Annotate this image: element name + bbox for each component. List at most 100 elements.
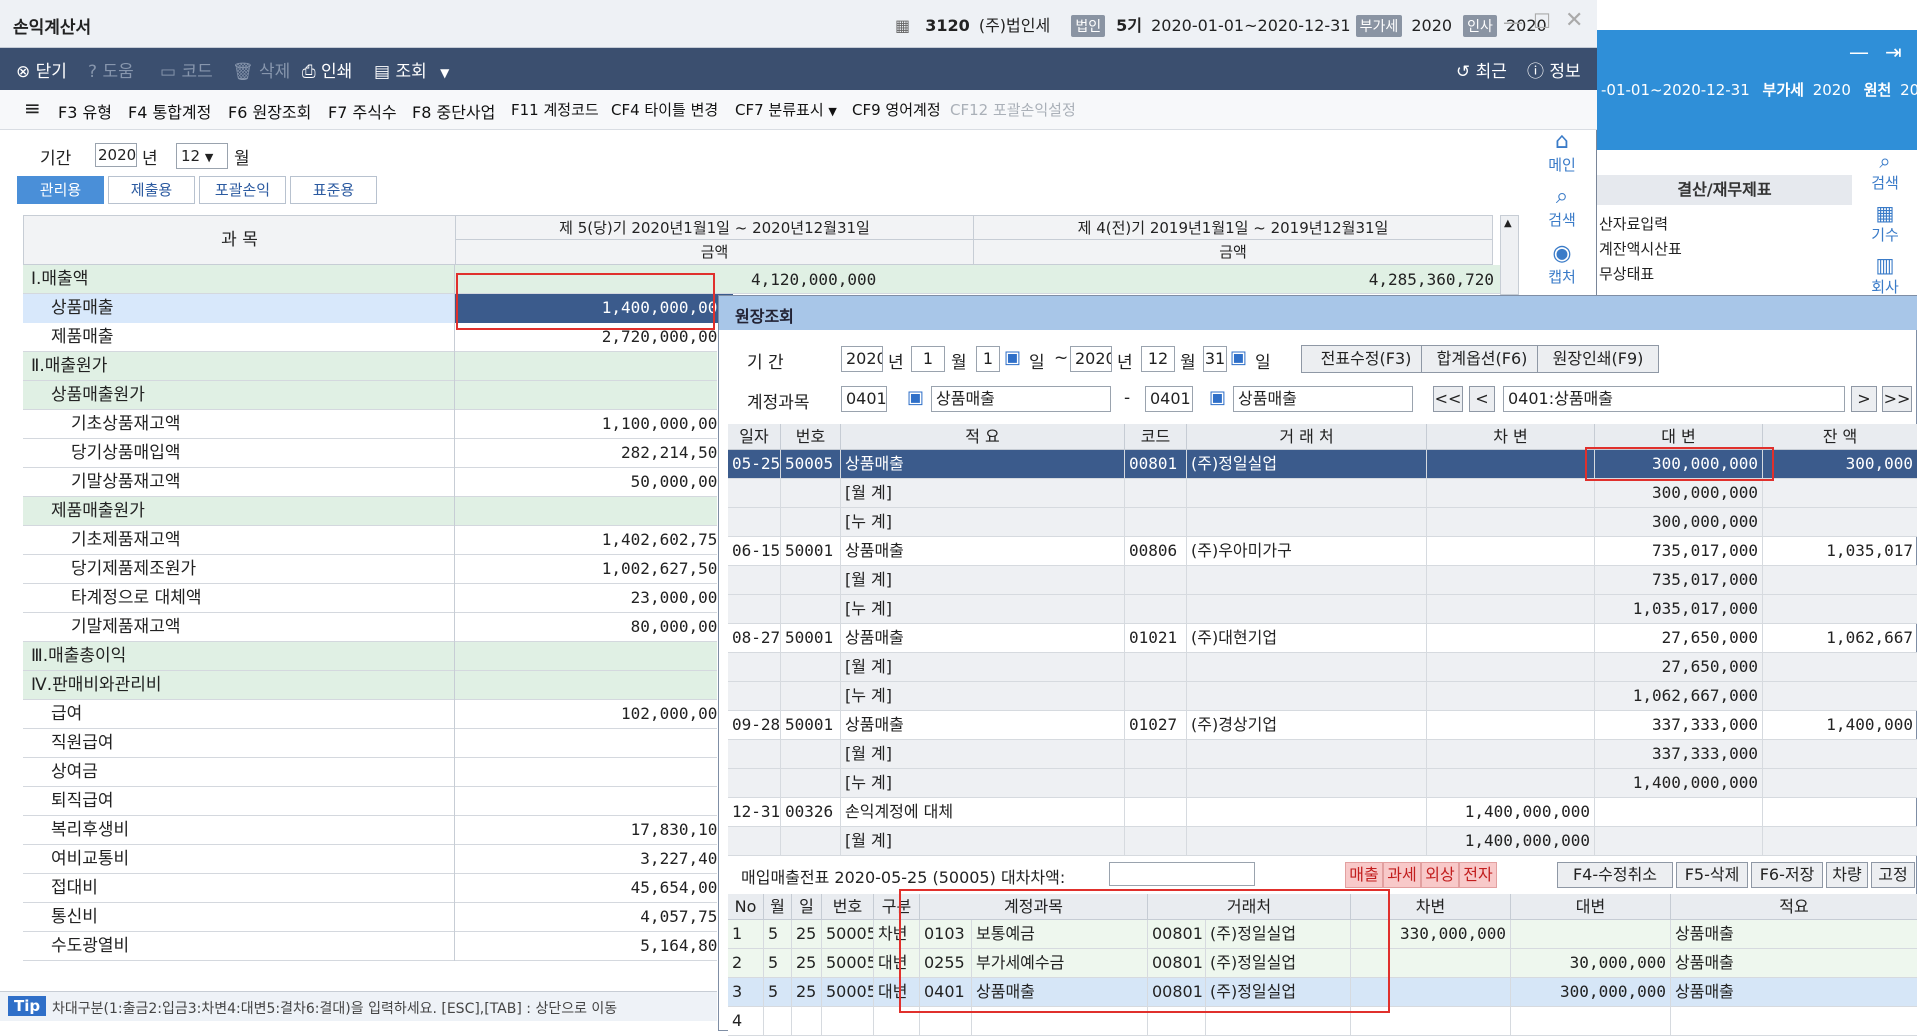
income-statement-row[interactable]: 통신비 4,057,750 [23,903,727,932]
delete-voucher-button[interactable]: F5-삭제 [1676,862,1748,888]
menu-item[interactable]: 무상태표 [1597,263,1852,284]
income-statement-row[interactable]: Ⅱ.매출원가 [23,352,717,381]
fkey-f6[interactable]: F6 원장조회 [228,99,311,123]
from-year-input[interactable]: 2020 [841,346,883,372]
search-shortcut[interactable]: ⌕ 검색 [1852,150,1917,193]
ledger-row[interactable]: [월 계] 300,000,000 [728,479,1917,508]
maximize-button[interactable]: ☐ [1533,9,1551,33]
fkey-f11[interactable]: F11 계정코드 [511,99,599,120]
ledger-print-button[interactable]: 원장인쇄(F9) [1537,345,1659,373]
vehicle-button[interactable]: 차량 [1826,862,1868,888]
voucher-edit-button[interactable]: 전표수정(F3) [1301,345,1431,373]
income-statement-row[interactable]: 수도광열비 5,164,800 [23,932,727,961]
income-statement-row[interactable]: 상품매출 1,400,000,000 [23,294,733,323]
income-statement-row[interactable]: 상여금 [23,758,717,787]
period-shortcut[interactable]: ▦ 기수 [1852,202,1917,245]
to-month-input[interactable]: 12 [1141,346,1175,372]
voucher-row[interactable]: 2 5 25 50005 대변 0255 부가세예수금 00801 (주)정일실업 30,000,… [728,949,1917,978]
hamburger-menu-icon[interactable]: ≡ [24,96,41,120]
nav-last-button[interactable]: >> [1882,386,1912,412]
current-account-display[interactable]: 0401:상품매출 [1503,386,1845,412]
scroll-up-icon[interactable]: ▲ [1504,218,1512,229]
account-from-code[interactable]: 0401 [841,386,887,412]
period-year-input[interactable]: 2020 [95,143,137,167]
tab-submission[interactable]: 제출용 [108,176,195,204]
income-statement-row[interactable]: 당기제품제조원가 1,002,627,501 [23,555,727,584]
ledger-row[interactable]: [누 계] 1,035,017,000 [728,595,1917,624]
chat-icon[interactable]: ▣ [907,387,924,408]
company-shortcut[interactable]: ▥ 회사 [1852,254,1917,297]
capture-shortcut[interactable]: ◉ 캡처 [1527,242,1597,287]
income-statement-row[interactable]: 기초제품재고액 1,402,602,753 [23,526,727,555]
income-statement-row[interactable]: 퇴직급여 [23,787,717,816]
income-statement-row[interactable]: Ⅲ.매출총이익 [23,642,717,671]
to-day-input[interactable]: 31 [1203,346,1227,372]
income-statement-row[interactable]: 당기상품매입액 282,214,500 [23,439,727,468]
main-shortcut[interactable]: ⌂ 메인 [1527,130,1597,175]
fkey-cf4[interactable]: CF4 타이틀 변경 [611,99,718,120]
period-month-select[interactable]: 12 ▼ [176,143,228,169]
income-statement-row[interactable]: Ⅰ.매출액 [23,265,717,294]
nav-first-button[interactable]: << [1433,386,1463,412]
income-statement-row[interactable]: 제품매출원가 [23,497,717,526]
tab-management[interactable]: 관리용 [17,176,104,204]
from-month-input[interactable]: 1 [911,346,945,372]
ledger-row[interactable]: [월 계] 1,400,000,000 [728,827,1917,856]
ledger-row[interactable]: [누 계] 1,400,000,000 [728,769,1917,798]
ledger-row[interactable]: 06-15 50001 상품매출 00806 (주)우아미가구 735,017,000 1,… [728,537,1917,566]
ledger-row[interactable]: 12-31 00326 손익계정에 대체 1,400,000,000 [728,798,1917,827]
income-statement-row[interactable]: 급여 102,000,000 [23,700,727,729]
save-voucher-button[interactable]: F6-저장 [1751,862,1823,888]
ledger-row[interactable]: [월 계] 337,333,000 [728,740,1917,769]
nav-prev-button[interactable]: < [1469,386,1495,412]
query-button[interactable]: ▤ 조회 ▼ [374,57,449,82]
income-statement-row[interactable]: 기초상품재고액 1,100,000,000 [23,410,727,439]
close-toolbar-button[interactable]: ⊗ 닫기 [16,57,67,82]
income-statement-row[interactable]: 여비교통비 3,227,400 [23,845,727,874]
voucher-row[interactable]: 1 5 25 50005 차변 0103 보통예금 00801 (주)정일실업 330,000,0… [728,920,1917,949]
menu-item[interactable]: 산자료입력 [1597,213,1852,234]
ledger-row[interactable]: [월 계] 27,650,000 [728,653,1917,682]
balance-diff-input[interactable] [1109,862,1255,886]
fkey-f8[interactable]: F8 중단사업 [412,99,495,123]
nav-next-button[interactable]: > [1851,386,1877,412]
to-year-input[interactable]: 2020 [1070,346,1112,372]
income-statement-row[interactable]: 직원급여 [23,729,717,758]
search-shortcut[interactable]: ⌕ 검색 [1527,185,1597,230]
minimize-button[interactable]: — [1503,10,1523,34]
fixed-button[interactable]: 고정 [1871,862,1915,888]
account-to-name[interactable]: 상품매출 [1233,386,1413,412]
ledger-row[interactable]: [누 계] 300,000,000 [728,508,1917,537]
account-from-name[interactable]: 상품매출 [931,386,1111,412]
income-statement-row[interactable]: 기말제품재고액 80,000,000 [23,613,727,642]
chat-icon[interactable]: ▣ [1230,347,1247,368]
logout-icon[interactable]: ⇥ [1885,40,1902,64]
minimize-icon[interactable]: — [1849,40,1869,64]
from-day-input[interactable]: 1 [976,346,1000,372]
income-statement-row[interactable]: 제품매출 2,720,000,000 [23,323,727,352]
fkey-cf7[interactable]: CF7 분류표시 ▼ [735,99,837,120]
fkey-f7[interactable]: F7 주식수 [328,99,397,123]
ledger-row[interactable]: 08-27 50001 상품매출 01021 (주)대현기업 27,650,000 1,06… [728,624,1917,653]
income-statement-row[interactable]: 복리후생비 17,830,109 [23,816,727,845]
help-button[interactable]: ? 도움 [88,57,134,82]
code-button[interactable]: ▭ 코드 [160,57,213,82]
ledger-row[interactable]: 09-28 50001 상품매출 01027 (주)경상기업 337,333,000 1,4… [728,711,1917,740]
income-statement-row[interactable]: 상품매출원가 [23,381,717,410]
account-to-code[interactable]: 0401 [1145,386,1193,412]
tab-comprehensive[interactable]: 포괄손익 [199,176,286,204]
recent-button[interactable]: ↺ 최근 [1456,57,1507,82]
print-button[interactable]: ⎙ 인쇄 [302,57,352,82]
fkey-cf9[interactable]: CF9 영어계정 [852,99,941,120]
chat-icon[interactable]: ▣ [1004,347,1021,368]
income-statement-row[interactable]: Ⅳ.판매비와관리비 [23,671,717,700]
sum-option-button[interactable]: 합계옵션(F6) [1421,345,1543,373]
tab-standard[interactable]: 표준용 [290,176,377,204]
income-statement-row[interactable]: 기말상품재고액 50,000,000 [23,468,727,497]
fkey-cf12[interactable]: CF12 포괄손익설정 [950,99,1076,120]
ledger-row[interactable]: [월 계] 735,017,000 [728,566,1917,595]
cancel-edit-button[interactable]: F4-수정취소 [1557,862,1673,888]
menu-item[interactable]: 계잔액시산표 [1597,238,1852,259]
scrollbar[interactable]: ▲ [1500,215,1519,295]
info-button[interactable]: ⓘ 정보 [1527,57,1581,82]
